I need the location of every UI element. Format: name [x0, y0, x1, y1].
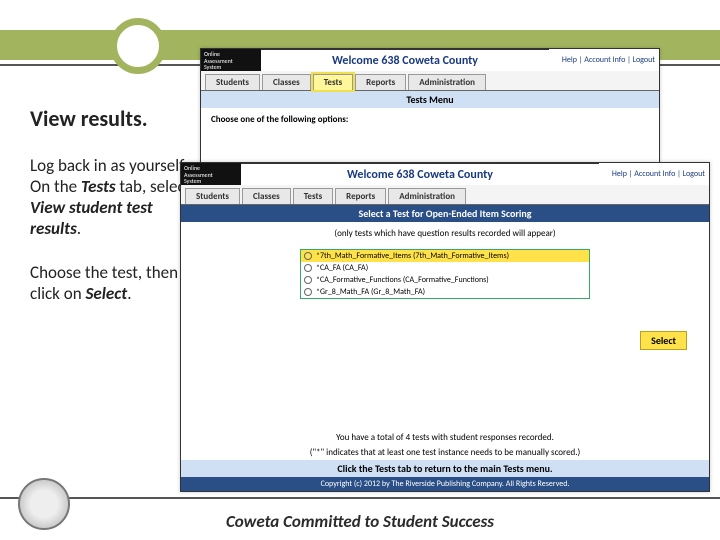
copyright: Copyright (c) 2012 by The Riverside Publ…: [181, 477, 709, 491]
text: System: [184, 178, 238, 185]
test-label: *7th_Math_Formative_Items (7th_Math_Form…: [316, 251, 509, 261]
panel-body: Choose one of the following options:: [201, 108, 659, 131]
tab-students[interactable]: Students: [205, 74, 260, 90]
radio-icon: [304, 288, 312, 296]
account-links: Help | Account Info | Logout: [599, 163, 709, 185]
tab-bar: Students Classes Tests Reports Administr…: [201, 71, 659, 91]
test-option[interactable]: *7th_Math_Formative_Items (7th_Math_Form…: [301, 250, 589, 262]
slide-tagline: Coweta Committed to Student Success: [0, 511, 720, 532]
select-test-heading: Select a Test for Open-Ended Item Scorin…: [181, 205, 709, 222]
text: System: [204, 64, 258, 71]
text: .: [127, 283, 131, 304]
logout-link[interactable]: Logout: [633, 55, 655, 65]
tab-reports[interactable]: Reports: [335, 188, 386, 204]
sidebar-para-1: Log back in as yourself. On the Tests ta…: [30, 155, 200, 240]
welcome-text: Welcome 638 Coweta County: [241, 163, 599, 185]
radio-icon: [304, 276, 312, 284]
select-ref: Select: [86, 283, 128, 304]
radio-icon: [304, 264, 312, 272]
app-header: Online Assessment System Welcome 638 Cow…: [181, 163, 709, 185]
choose-prompt: Choose one of the following options:: [211, 114, 348, 125]
welcome-text: Welcome 638 Coweta County: [261, 49, 549, 71]
tab-classes[interactable]: Classes: [262, 74, 311, 90]
screenshot-tests-menu: Online Assessment System Welcome 638 Cow…: [200, 48, 660, 164]
tab-tests[interactable]: Tests: [293, 188, 333, 204]
tab-administration[interactable]: Administration: [408, 74, 486, 90]
text: .: [77, 218, 81, 239]
test-label: *CA_FA (CA_FA): [316, 263, 368, 273]
tab-bar: Students Classes Tests Reports Administr…: [181, 185, 709, 205]
test-option[interactable]: *CA_FA (CA_FA): [301, 262, 589, 274]
test-option[interactable]: *Gr_8_Math_FA (Gr_8_Math_FA): [301, 286, 589, 298]
tab-reports[interactable]: Reports: [355, 74, 406, 90]
select-button[interactable]: Select: [640, 331, 687, 350]
app-logo: Online Assessment System: [201, 49, 261, 71]
tab-classes[interactable]: Classes: [242, 188, 291, 204]
tests-menu-heading: Tests Menu: [201, 91, 659, 108]
total-tests-msg: You have a total of 4 tests with student…: [181, 430, 709, 445]
filter-note: (only tests which have question results …: [181, 222, 709, 249]
view-results-ref: View student test results: [30, 197, 153, 239]
help-link[interactable]: Help: [612, 169, 627, 179]
footer-area: You have a total of 4 tests with student…: [181, 430, 709, 491]
test-option[interactable]: *CA_Formative_Functions (CA_Formative_Fu…: [301, 274, 589, 286]
rule-bottom: [0, 497, 720, 499]
sidebar-title: View results.: [30, 105, 200, 133]
ring-icon: [110, 18, 166, 74]
app-header: Online Assessment System Welcome 638 Cow…: [201, 49, 659, 71]
tab-tests[interactable]: Tests: [313, 74, 353, 90]
text: Click the Tests tab to return to the mai…: [337, 462, 552, 475]
tab-administration[interactable]: Administration: [388, 188, 466, 204]
account-info-link[interactable]: Account Info: [634, 169, 675, 179]
test-list: *7th_Math_Formative_Items (7th_Math_Form…: [300, 249, 590, 299]
slide: View results. Log back in as yourself. O…: [0, 0, 720, 540]
tab-students[interactable]: Students: [185, 188, 240, 204]
app-logo: Online Assessment System: [181, 163, 241, 185]
tests-tab-ref: Tests: [81, 176, 116, 197]
radio-icon: [304, 252, 312, 260]
test-label: *Gr_8_Math_FA (Gr_8_Math_FA): [316, 287, 425, 297]
instruction-sidebar: View results. Log back in as yourself. O…: [30, 105, 200, 326]
account-links: Help | Account Info | Logout: [549, 49, 659, 71]
asterisk-note: ("*" indicates that at least one test in…: [181, 445, 709, 460]
screenshot-select-test: Online Assessment System Welcome 638 Cow…: [180, 162, 710, 492]
logout-link[interactable]: Logout: [683, 169, 705, 179]
test-label: *CA_Formative_Functions (CA_Formative_Fu…: [316, 275, 489, 285]
sidebar-para-2: Choose the test, then click on Select.: [30, 262, 200, 305]
help-link[interactable]: Help: [562, 55, 577, 65]
return-instruction: Click the Tests tab to return to the mai…: [181, 460, 709, 477]
account-info-link[interactable]: Account Info: [584, 55, 625, 65]
